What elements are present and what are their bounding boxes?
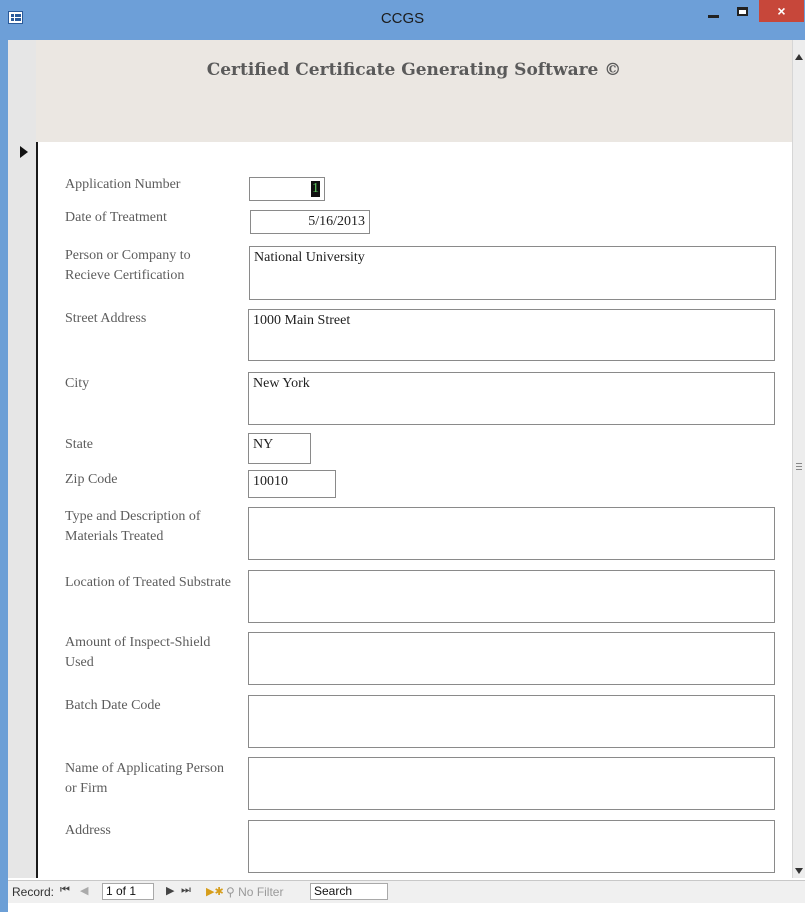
- form-detail-section: Application Number 1 Date of Treatment 5…: [38, 142, 792, 878]
- first-record-icon[interactable]: ⏮: [60, 884, 70, 897]
- date-of-treatment-label: Date of Treatment: [65, 210, 167, 225]
- scroll-up-arrow-icon[interactable]: [795, 54, 803, 60]
- applicator-name-label-line1: Name of Applicating Person: [65, 761, 225, 776]
- scroll-thumb-grip-icon[interactable]: [796, 463, 802, 470]
- materials-label-line1: Type and Description of: [65, 509, 201, 524]
- materials-label-line2: Materials Treated: [65, 529, 164, 544]
- state-field[interactable]: NY: [248, 433, 311, 464]
- recipient-field[interactable]: National University: [249, 246, 776, 300]
- applicator-name-label-line2: or Firm: [65, 781, 108, 796]
- last-record-icon[interactable]: ⏭: [181, 884, 191, 897]
- street-address-label: Street Address: [65, 311, 147, 326]
- form-header-title: Certified Certificate Generating Softwar…: [206, 60, 622, 80]
- location-field[interactable]: [248, 570, 775, 623]
- street-address-field[interactable]: 1000 Main Street: [248, 309, 775, 361]
- no-filter-label: No Filter: [238, 885, 284, 899]
- location-label: Location of Treated Substrate: [65, 575, 232, 590]
- previous-record-icon[interactable]: ◀: [80, 884, 88, 897]
- vertical-scrollbar[interactable]: [792, 40, 805, 878]
- record-label: Record:: [12, 885, 55, 899]
- window-title: CCGS: [380, 10, 425, 27]
- applicator-name-label: Name of Applicating Person or Firm: [65, 759, 224, 799]
- materials-field[interactable]: [248, 507, 775, 560]
- title-bar[interactable]: CCGS ×: [0, 0, 805, 40]
- zip-code-label: Zip Code: [65, 472, 118, 487]
- record-position-input[interactable]: 1 of 1: [102, 883, 154, 900]
- application-number-field[interactable]: 1: [249, 177, 325, 201]
- amount-label-line2: Used: [65, 655, 94, 670]
- materials-label: Type and Description of Materials Treate…: [65, 507, 200, 547]
- form-header: Certified Certificate Generating Softwar…: [36, 40, 792, 142]
- amount-label-line1: Amount of Inspect-Shield: [65, 635, 211, 650]
- date-of-treatment-field[interactable]: 5/16/2013: [250, 210, 370, 234]
- current-record-arrow-icon: [20, 146, 28, 158]
- amount-field[interactable]: [248, 632, 775, 685]
- new-record-icon[interactable]: ▶✱: [206, 885, 224, 898]
- applicator-name-field[interactable]: [248, 757, 775, 810]
- batch-date-code-field[interactable]: [248, 695, 775, 748]
- record-navigation-bar: Record: ⏮ ◀ 1 of 1 ▶ ⏭ ▶✱ ⚲ No Filter Se…: [8, 880, 805, 903]
- filter-icon: ⚲: [226, 885, 235, 899]
- recipient-label-line2: Recieve Certification: [65, 268, 185, 283]
- access-form-window: CCGS × Certified Certificate Generating …: [0, 0, 805, 912]
- minimize-button[interactable]: [703, 2, 725, 22]
- search-input[interactable]: Search: [310, 883, 388, 900]
- amount-label: Amount of Inspect-Shield Used: [65, 633, 210, 673]
- city-label: City: [65, 376, 90, 391]
- city-field[interactable]: New York: [248, 372, 775, 425]
- application-number-label: Application Number: [65, 177, 181, 192]
- close-button[interactable]: ×: [759, 0, 804, 22]
- zip-code-field[interactable]: 10010: [248, 470, 336, 498]
- next-record-icon[interactable]: ▶: [166, 884, 174, 897]
- address-label: Address: [65, 823, 111, 838]
- maximize-button[interactable]: [733, 2, 755, 22]
- recipient-label-line1: Person or Company to: [65, 248, 191, 263]
- scroll-down-arrow-icon[interactable]: [795, 868, 803, 874]
- record-selector-bar[interactable]: [8, 40, 36, 878]
- form-client-area: Certified Certificate Generating Softwar…: [8, 40, 805, 912]
- application-number-value: 1: [311, 181, 320, 197]
- address-field[interactable]: [248, 820, 775, 873]
- recipient-label: Person or Company to Recieve Certificati…: [65, 246, 191, 286]
- batch-date-code-label: Batch Date Code: [65, 698, 161, 713]
- state-label: State: [65, 437, 93, 452]
- no-filter-button[interactable]: ⚲ No Filter: [226, 885, 283, 899]
